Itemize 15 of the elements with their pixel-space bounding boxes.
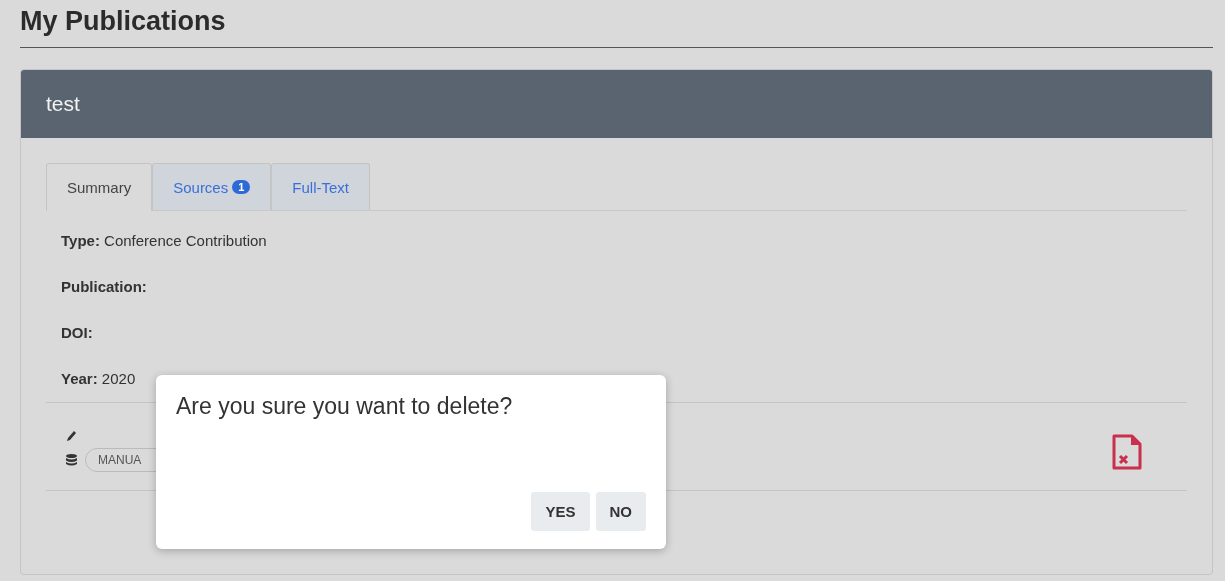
database-icon <box>66 454 77 466</box>
field-text: DOI: <box>61 323 94 342</box>
field-text: Type: Conference Contribution <box>61 231 268 250</box>
card-title: test <box>46 92 80 116</box>
tab[interactable]: Sources 1 <box>152 163 272 210</box>
field-text: Year: 2020 <box>61 369 137 388</box>
dialog-message: Are you sure you want to delete? <box>176 393 514 420</box>
field-text: Publication: <box>61 277 148 296</box>
dialog-button[interactable]: NO <box>595 492 646 531</box>
delete-file-icon[interactable] <box>1112 433 1142 470</box>
page-title: My Publications <box>20 5 226 38</box>
pen-icon <box>66 431 76 442</box>
dialog-button[interactable]: YES <box>531 492 590 531</box>
count-badge: 1 <box>232 180 251 194</box>
tab[interactable]: Summary <box>46 163 153 211</box>
